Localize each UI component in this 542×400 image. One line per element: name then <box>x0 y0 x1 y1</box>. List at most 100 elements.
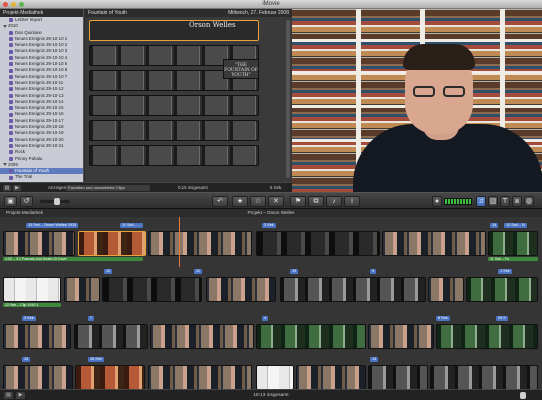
event-browser: Fountain of Youth Mittwoch, 27. Februar … <box>85 9 292 182</box>
project-clip[interactable] <box>206 277 276 302</box>
keyword-icon: ⚑ <box>294 198 302 205</box>
project-clip[interactable] <box>3 231 75 256</box>
disclosure-triangle-icon <box>3 163 7 167</box>
clip-duration-tag: 16 Sek <box>88 357 104 362</box>
crop-button[interactable]: ⧉ <box>308 196 324 207</box>
undo-button[interactable]: ↶ <box>212 196 228 207</box>
disclosure-triangle-icon <box>3 24 7 28</box>
project-clip[interactable] <box>430 365 538 389</box>
clip-duration-tag: 3 Sek <box>262 223 276 228</box>
event-icon <box>9 169 13 174</box>
clip-size-label: 5 Sek. <box>270 185 283 190</box>
browser-scrollbar[interactable] <box>286 20 290 178</box>
clip-duration-tag: 11 <box>194 269 202 274</box>
sidebar-header: Projekt-Mediathek <box>0 9 83 17</box>
browser-music-button[interactable]: ♫ <box>476 196 486 207</box>
clip-duration-tag: 25 S <box>496 316 508 321</box>
browser-photos-button[interactable]: ▧ <box>488 196 498 207</box>
project-clip[interactable] <box>74 324 148 349</box>
project-clip[interactable] <box>382 231 486 256</box>
audio-level-meter <box>444 198 472 205</box>
inspector-button[interactable]: i <box>344 196 360 207</box>
project-header: Projekt-Mediathek Projekt – Orson Welles <box>0 209 542 217</box>
clip-duration-tag: 1 Sek <box>498 269 512 274</box>
clip-duration-tag: 12 <box>104 269 113 274</box>
swap-events-button[interactable]: ↺ <box>20 196 33 207</box>
project-clip[interactable] <box>368 324 434 349</box>
show-filter-dropdown[interactable]: Favoriten und unmarkierte Clips <box>66 185 150 191</box>
event-date: Mittwoch, 27. Februar 2008 <box>228 10 289 16</box>
project-clip[interactable] <box>368 365 428 389</box>
event-icon <box>9 43 13 48</box>
browser-maps-button[interactable]: ◍ <box>524 196 534 207</box>
project-clip[interactable] <box>436 324 538 349</box>
project-zoom-slider[interactable] <box>498 392 534 399</box>
camera-import-button[interactable]: ▣ <box>4 196 17 207</box>
browser-titles-button[interactable]: T <box>500 196 510 207</box>
project-clip[interactable] <box>280 277 426 302</box>
playhead[interactable] <box>179 217 180 267</box>
project-status-bar: ▤ ▶ 18:13 insgesamt <box>0 389 542 400</box>
reject-button[interactable]: ✕ <box>268 196 284 207</box>
project-clip[interactable] <box>3 365 73 389</box>
project-clip[interactable] <box>64 277 100 302</box>
keyword-button[interactable]: ⚑ <box>290 196 306 207</box>
project-clip[interactable] <box>296 365 366 389</box>
event-icon <box>9 55 13 60</box>
event-title: Fountain of Youth <box>88 10 127 16</box>
project-clip[interactable] <box>148 231 252 256</box>
event-filmstrip[interactable] <box>89 145 259 166</box>
swap-icon: ↺ <box>23 198 30 205</box>
show-label: Anzeigen: <box>48 185 68 190</box>
favorite-button[interactable]: ★ <box>232 196 248 207</box>
zoom-slider[interactable] <box>40 198 70 205</box>
project-clip[interactable] <box>256 365 294 389</box>
clip-duration-tag: 12 Sek – N <box>504 223 527 228</box>
browser-transitions-button[interactable]: ⧈ <box>512 196 522 207</box>
project-clip[interactable] <box>102 277 202 302</box>
music-icon: ♫ <box>478 198 484 205</box>
play-event-button[interactable]: ▶ <box>13 185 21 191</box>
unmark-button[interactable]: ☆ <box>250 196 266 207</box>
audio-clip-bar[interactable]: 1:02 – 3:1 Pascals And Death Of Dove <box>3 257 143 261</box>
audio-clip-bar[interactable]: 11 Sek – Fo <box>488 257 538 261</box>
event-icon <box>9 125 13 130</box>
show-sidebar-button[interactable]: ▤ <box>3 185 11 191</box>
clip-duration-tag: 10 Sek – Orson Welles 1915 <box>26 223 79 228</box>
project-timeline: 10 Sek – Orson Welles 1915 11 Sek – ... 3 … <box>0 217 542 389</box>
project-clip[interactable] <box>256 231 380 256</box>
project-title: Projekt – Orson Welles <box>247 210 295 215</box>
voiceover-button[interactable]: ● <box>432 196 442 207</box>
event-icon <box>9 81 13 86</box>
audio-adjust-button[interactable]: ♪ <box>326 196 342 207</box>
undo-icon: ↶ <box>217 198 223 205</box>
audio-clip-bar[interactable]: 12 Sek – Clip 1910.1 <box>3 303 61 307</box>
project-clip[interactable] <box>150 324 254 349</box>
project-clip[interactable] <box>466 277 538 302</box>
event-duration: 0:15 insgesamt <box>178 185 208 190</box>
project-clip[interactable] <box>148 365 252 389</box>
window-title: iMovie <box>262 1 280 7</box>
event-filmstrip[interactable] <box>89 120 259 141</box>
event-icon <box>9 100 13 104</box>
project-clip[interactable] <box>3 324 71 349</box>
project-clip[interactable] <box>78 231 146 256</box>
play-icon: ▶ <box>15 185 19 191</box>
event-clip-list <box>89 20 259 170</box>
project-clip[interactable] <box>3 277 61 302</box>
event-icon <box>9 87 13 92</box>
event-icon <box>9 175 13 180</box>
title-card-fountain: "THE FOUNTAIN OF YOUTH" <box>223 59 259 79</box>
clip-duration-tag: 19 <box>290 269 299 274</box>
project-clip[interactable] <box>75 365 145 389</box>
photo-icon: ▧ <box>489 198 497 205</box>
project-clip[interactable] <box>256 324 366 349</box>
project-clip[interactable] <box>428 277 464 302</box>
imovie-window: iMovie Projekt-Mediathek Letzter Import 2… <box>0 0 542 400</box>
event-library-sidebar: Projekt-Mediathek Letzter Import 2010 Dan … <box>0 9 84 182</box>
event-icon <box>9 137 13 142</box>
project-clip[interactable] <box>488 231 538 256</box>
project-total-duration: 18:13 insgesamt <box>253 393 289 398</box>
event-filmstrip[interactable] <box>89 95 259 116</box>
clip-duration-tag: 4 <box>262 316 269 321</box>
